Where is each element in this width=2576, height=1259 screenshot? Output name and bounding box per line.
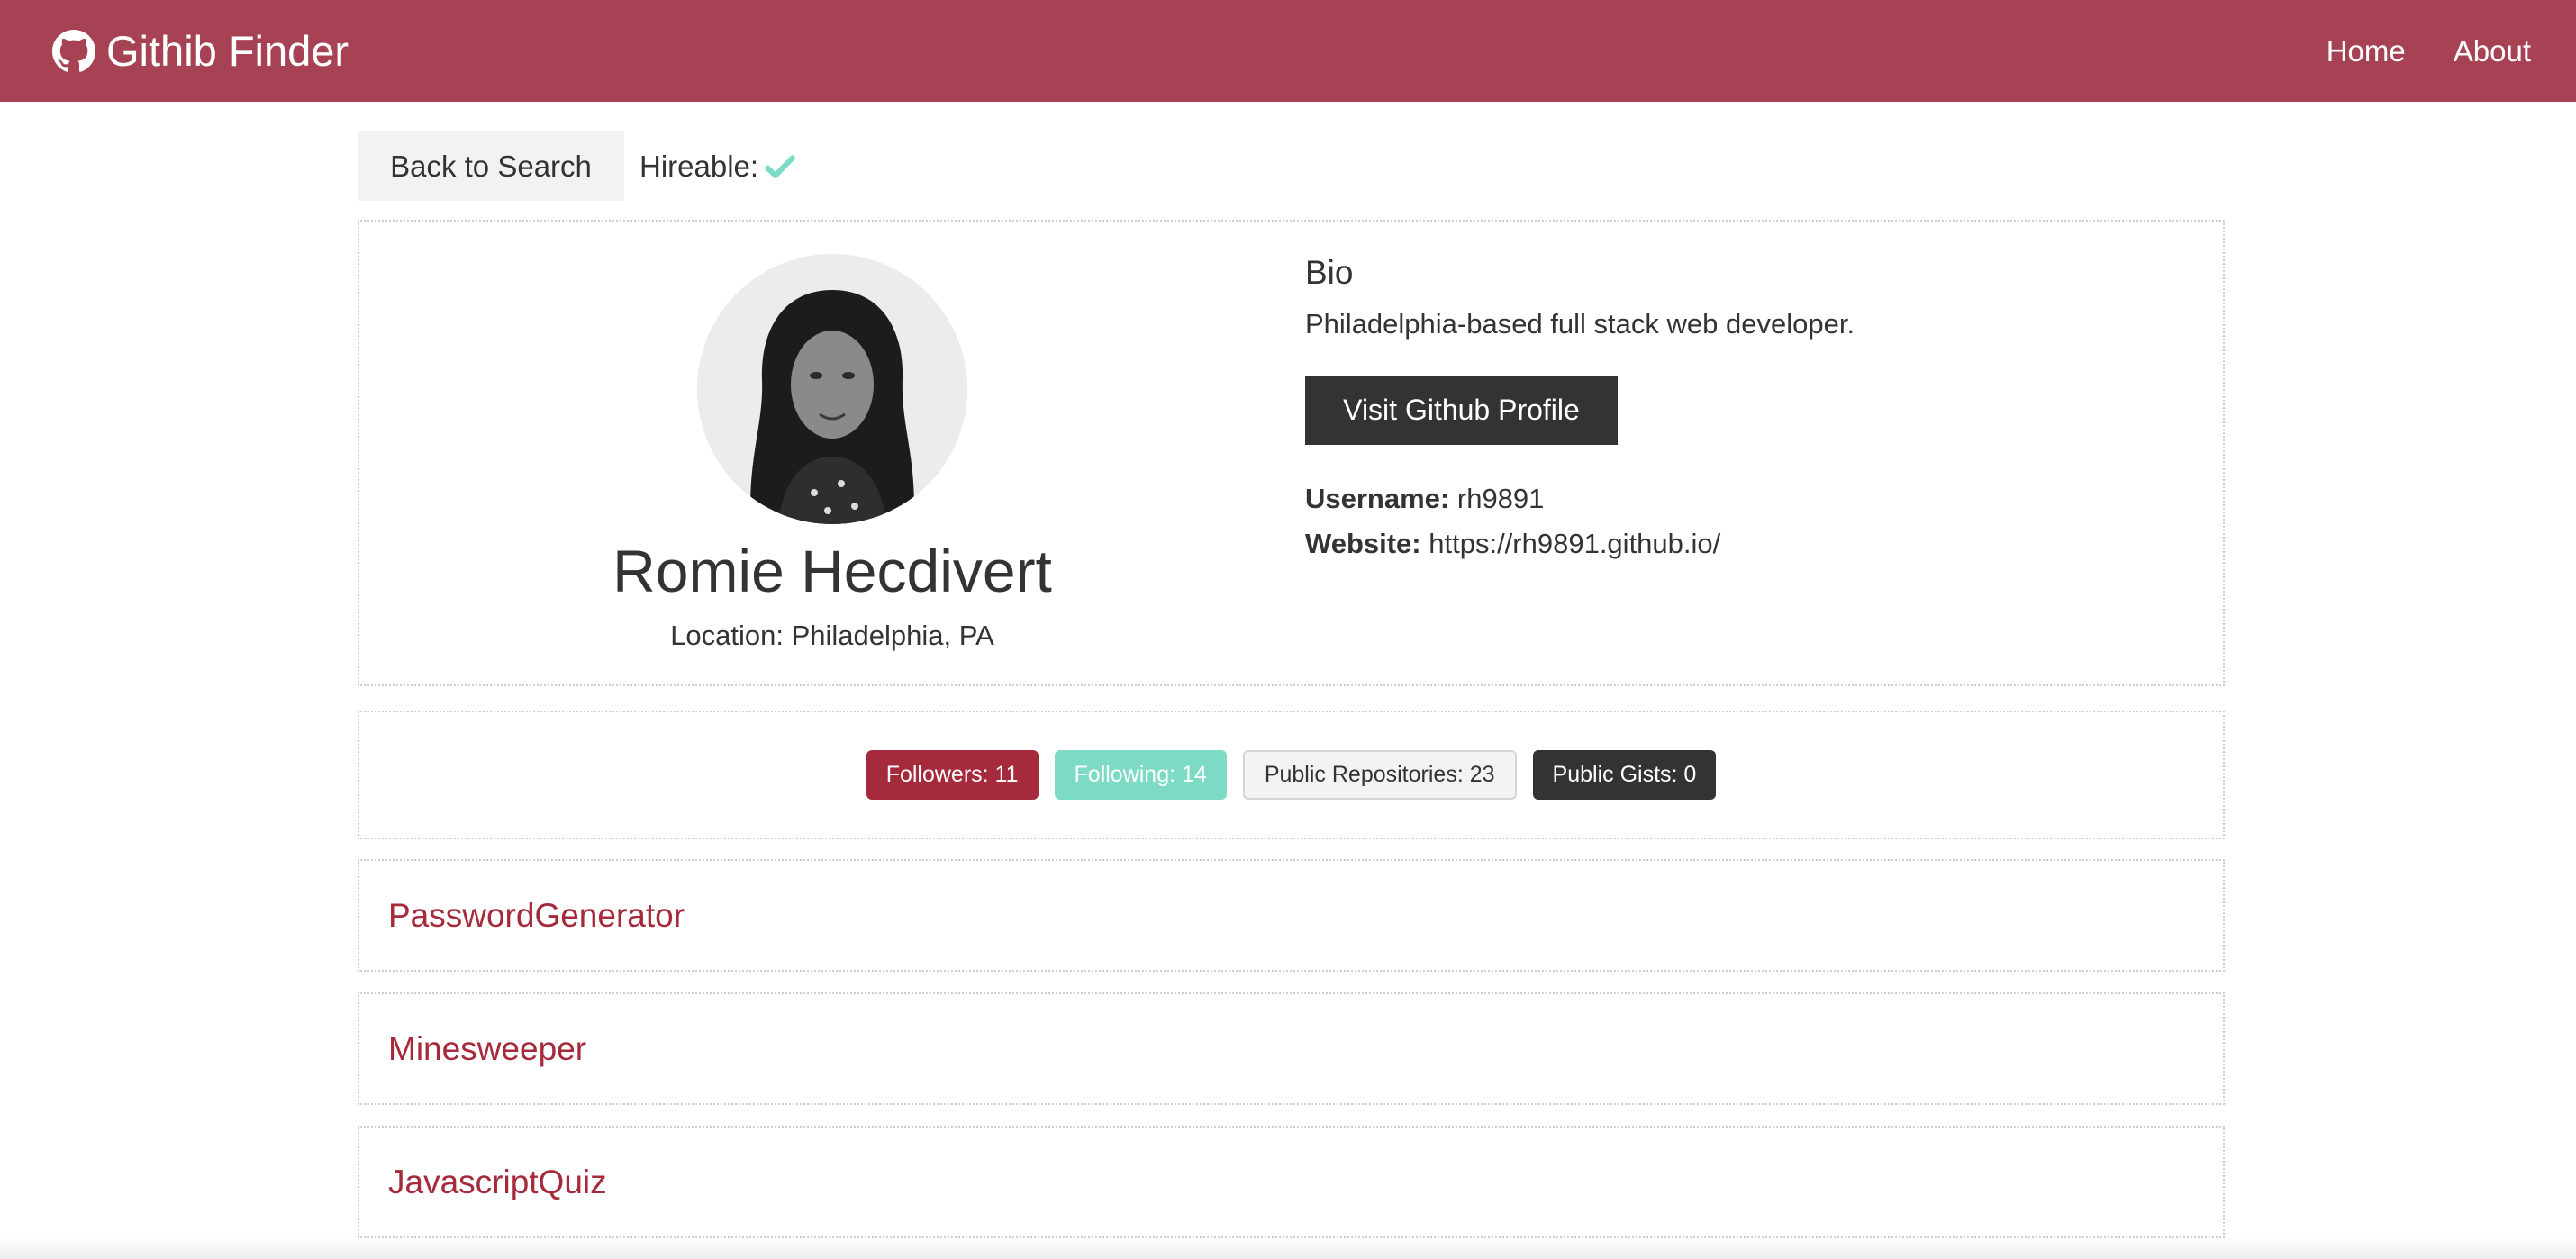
nav-links: Home About	[2279, 34, 2531, 68]
public-repos-badge: Public Repositories: 23	[1242, 750, 1517, 800]
public-gists-badge: Public Gists: 0	[1532, 750, 1717, 800]
profile-details: Bio Philadelphia-based full stack web de…	[1305, 254, 2206, 566]
website-value: https://rh9891.github.io/	[1429, 528, 1721, 559]
repo-link[interactable]: PasswordGenerator	[388, 897, 685, 935]
username-row: Username: rh9891	[1305, 476, 2206, 521]
profile-summary: Romie Hecdivert Location: Philadelphia, …	[359, 222, 1305, 684]
navbar: Githib Finder Home About	[0, 0, 2576, 102]
repo-item: PasswordGenerator	[358, 859, 2225, 972]
profile-name: Romie Hecdivert	[612, 538, 1052, 604]
stats-card: Followers: 11 Following: 14 Public Repos…	[358, 711, 2225, 839]
avatar	[697, 254, 967, 524]
check-icon	[764, 150, 796, 183]
hireable-status: Hireable:	[639, 149, 796, 184]
profile-location: Location: Philadelphia, PA	[670, 620, 994, 651]
main-container: Back to Search Hireable: Romie Hecdivert…	[358, 131, 2225, 1238]
repo-item: JavascriptQuiz	[358, 1126, 2225, 1238]
hireable-label: Hireable:	[639, 149, 759, 183]
profile-card: Romie Hecdivert Location: Philadelphia, …	[358, 220, 2225, 686]
visit-github-profile-button[interactable]: Visit Github Profile	[1305, 376, 1618, 445]
username-value: rh9891	[1456, 483, 1545, 514]
github-icon	[52, 29, 95, 73]
website-label: Website:	[1305, 528, 1421, 559]
repo-link[interactable]: Minesweeper	[388, 1030, 586, 1068]
bio-heading: Bio	[1305, 254, 1354, 291]
top-row: Back to Search Hireable:	[358, 131, 2225, 201]
back-to-search-button[interactable]: Back to Search	[358, 131, 624, 201]
bio-text: Philadelphia-based full stack web develo…	[1305, 308, 1855, 340]
following-badge: Following: 14	[1054, 750, 1227, 800]
nav-link-home[interactable]: Home	[2327, 34, 2406, 68]
username-label: Username:	[1305, 483, 1450, 514]
brand[interactable]: Githib Finder	[52, 26, 349, 76]
followers-badge: Followers: 11	[866, 750, 1039, 800]
website-row: Website: https://rh9891.github.io/	[1305, 521, 2206, 566]
bottom-fade	[0, 1237, 2576, 1259]
brand-title: Githib Finder	[106, 27, 349, 75]
nav-link-about[interactable]: About	[2454, 34, 2531, 68]
repo-item: Minesweeper	[358, 992, 2225, 1105]
repo-link[interactable]: JavascriptQuiz	[388, 1164, 607, 1201]
profile-info: Username: rh9891 Website: https://rh9891…	[1305, 476, 2206, 566]
